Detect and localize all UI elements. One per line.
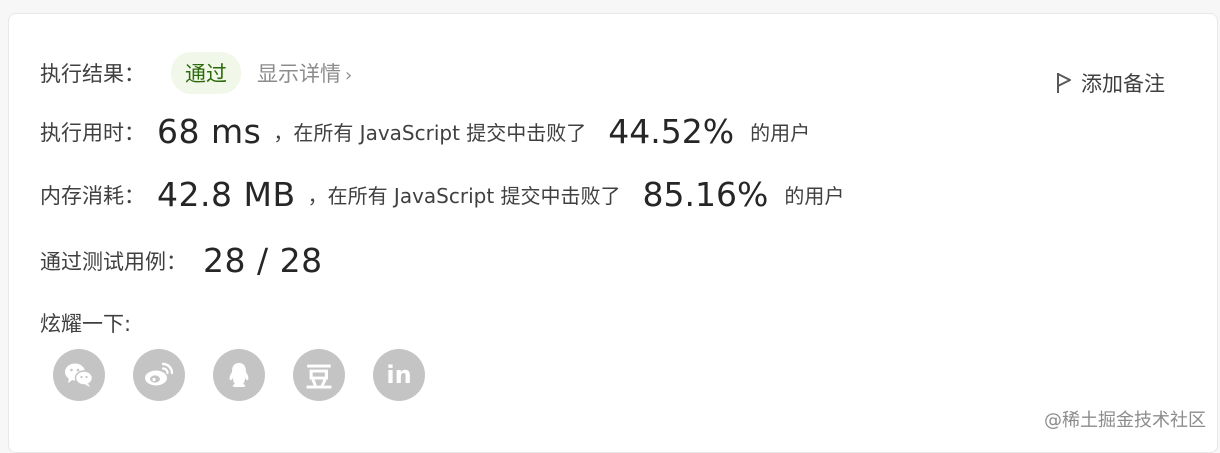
share-buttons: 豆 in bbox=[53, 349, 425, 401]
memory-label: 内存消耗： bbox=[40, 183, 145, 208]
show-details-label: 显示详情 bbox=[257, 62, 341, 86]
share-label: 炫耀一下: bbox=[40, 312, 132, 336]
flag-icon bbox=[1057, 73, 1071, 93]
status-badge: 通过 bbox=[171, 52, 241, 94]
memory-value: 42.8 MB bbox=[157, 175, 296, 214]
runtime-tail-text: 的用户 bbox=[750, 121, 811, 145]
share-wechat-button[interactable] bbox=[53, 349, 105, 401]
show-details-link[interactable]: 显示详情 › bbox=[257, 58, 352, 88]
douban-icon: 豆 bbox=[305, 362, 333, 394]
runtime-beat-text: ，在所有 JavaScript 提交中击败了 bbox=[273, 121, 587, 145]
linkedin-icon: in bbox=[386, 361, 412, 389]
wechat-icon bbox=[65, 363, 94, 387]
share-douban-button[interactable]: 豆 bbox=[293, 349, 345, 401]
weibo-icon bbox=[145, 362, 174, 386]
add-note-button[interactable]: 添加备注 bbox=[1055, 68, 1165, 98]
share-linkedin-button[interactable]: in bbox=[373, 349, 425, 401]
chevron-right-icon: › bbox=[345, 65, 353, 86]
tests-value: 28 / 28 bbox=[203, 241, 323, 280]
tests-row: 通过测试用例： 28 / 28 bbox=[40, 241, 323, 280]
memory-tail-text: 的用户 bbox=[784, 184, 845, 208]
add-note-label: 添加备注 bbox=[1081, 72, 1165, 96]
qq-icon bbox=[229, 363, 249, 387]
memory-percent: 85.16% bbox=[642, 175, 769, 214]
submission-result-card: 执行结果： 通过 显示详情 › 添加备注 执行用时： 68 ms ，在所有 Jav… bbox=[8, 13, 1218, 453]
memory-beat-text: ，在所有 JavaScript 提交中击败了 bbox=[307, 184, 621, 208]
watermark: @稀土掘金技术社区 bbox=[1044, 410, 1206, 431]
result-label: 执行结果： bbox=[40, 62, 145, 86]
runtime-label: 执行用时： bbox=[40, 120, 145, 145]
share-qq-button[interactable] bbox=[213, 349, 265, 401]
result-row: 执行结果： 通过 显示详情 › bbox=[40, 52, 352, 94]
tests-label: 通过测试用例： bbox=[40, 249, 187, 274]
share-row: 炫耀一下: bbox=[40, 308, 131, 338]
share-weibo-button[interactable] bbox=[133, 349, 185, 401]
runtime-row: 执行用时： 68 ms ，在所有 JavaScript 提交中击败了 44.52… bbox=[40, 112, 810, 151]
runtime-value: 68 ms bbox=[157, 112, 262, 151]
runtime-percent: 44.52% bbox=[608, 112, 735, 151]
memory-row: 内存消耗： 42.8 MB ，在所有 JavaScript 提交中击败了 85.… bbox=[40, 175, 844, 214]
